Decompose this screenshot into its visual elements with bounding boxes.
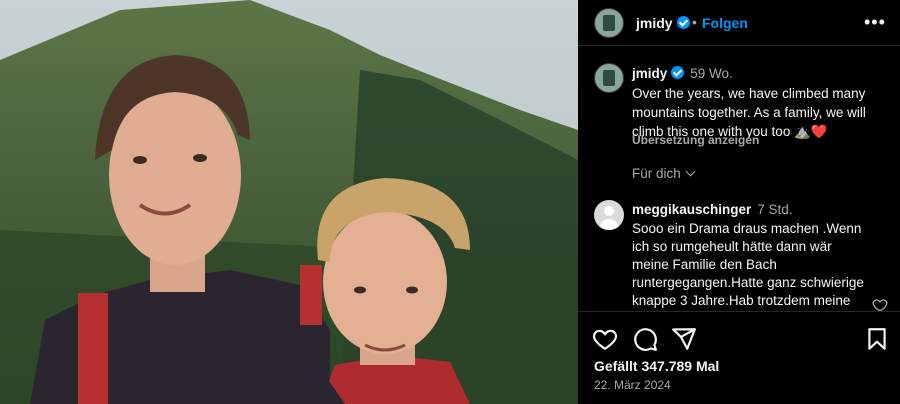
chevron-down-icon xyxy=(685,166,696,177)
more-icon[interactable]: ••• xyxy=(864,12,886,33)
comments-section[interactable]: jmidy 59 Wo. Over the years, we have clim… xyxy=(578,47,900,311)
caption-avatar[interactable] xyxy=(594,63,624,93)
comment-icon[interactable] xyxy=(632,326,658,352)
caption-header: jmidy 59 Wo. xyxy=(632,66,733,81)
post-detail-panel: jmidy • Folgen ••• jmidy 59 Wo. Over the … xyxy=(578,0,900,404)
post-actions: Gefällt 347.789 Mal 22. März 2024 xyxy=(578,311,900,404)
caption-time[interactable]: 59 Wo. xyxy=(690,66,733,81)
verified-badge-icon xyxy=(676,16,690,29)
post-photo[interactable] xyxy=(0,0,578,404)
comment-heart-icon[interactable] xyxy=(872,297,888,311)
heart-icon[interactable] xyxy=(592,326,618,352)
caption-username[interactable]: jmidy xyxy=(632,66,667,81)
comment-username[interactable]: meggikauschinger xyxy=(632,202,751,217)
verified-badge-icon xyxy=(671,66,685,79)
separator-dot: • xyxy=(692,14,697,30)
author-username-text[interactable]: jmidy xyxy=(636,15,673,31)
likes-count[interactable]: Gefällt 347.789 Mal xyxy=(594,358,719,374)
comment-sort-dropdown[interactable]: Für dich xyxy=(632,166,696,181)
commenter-avatar[interactable] xyxy=(594,200,624,230)
comment-sort-label: Für dich xyxy=(632,166,681,181)
post-image xyxy=(0,0,578,404)
post-header: jmidy • Folgen ••• xyxy=(578,0,900,46)
comment-time: 7 Std. xyxy=(757,202,793,217)
bookmark-icon[interactable] xyxy=(864,326,890,352)
comment-text: Sooo ein Drama draus machen .Wenn ich so… xyxy=(632,221,864,308)
comment-header: meggikauschinger 7 Std. xyxy=(632,202,793,217)
translate-link[interactable]: Übersetzung anzeigen xyxy=(632,133,759,147)
post-date[interactable]: 22. März 2024 xyxy=(594,378,671,392)
share-icon[interactable] xyxy=(671,326,697,352)
follow-button[interactable]: Folgen xyxy=(702,15,748,31)
author-avatar[interactable] xyxy=(594,8,624,38)
author-username-header[interactable]: jmidy xyxy=(636,15,690,31)
